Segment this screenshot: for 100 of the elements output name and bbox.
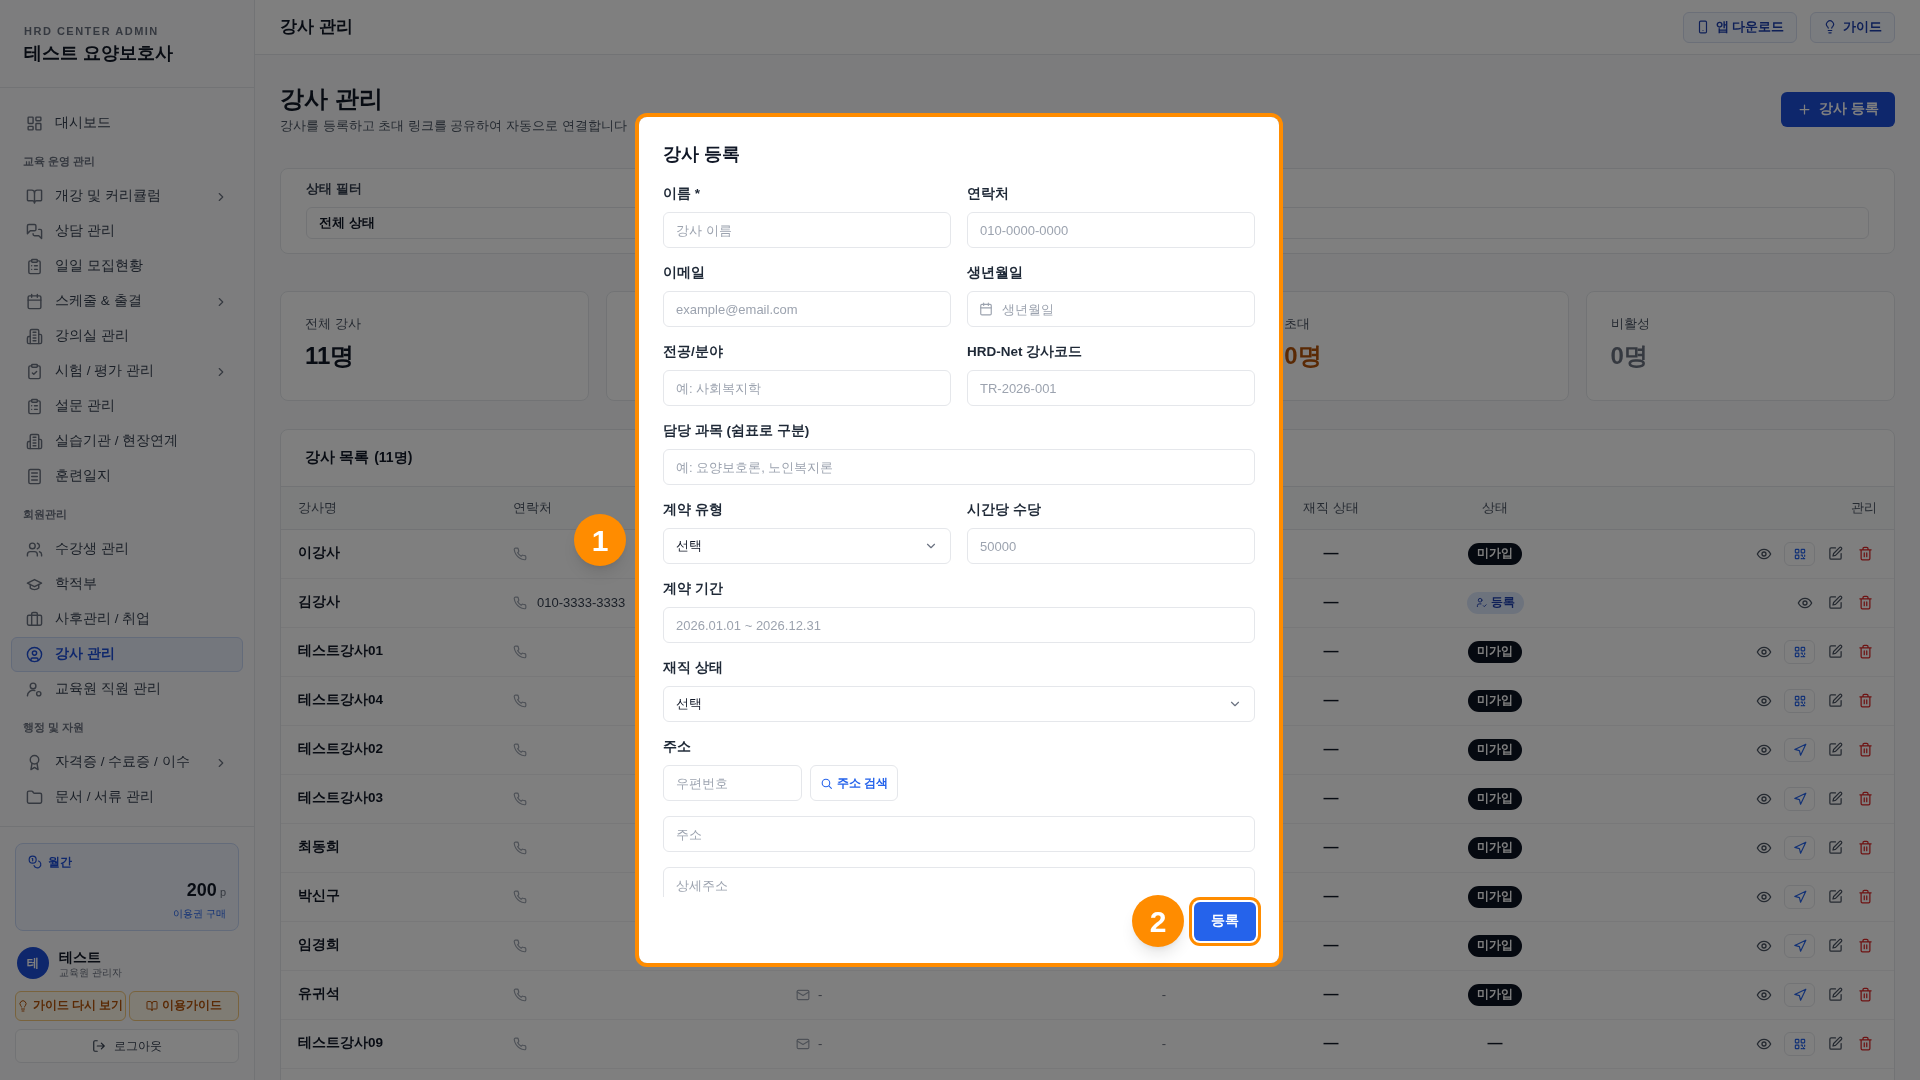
add-instructor-button[interactable]: 강사 등록 [1781,92,1895,127]
send-invite-button[interactable] [1784,786,1815,811]
nav-item[interactable]: 강사 관리 [11,637,243,672]
instructor-name: 테스트강사03 [298,789,385,808]
qr-code-button[interactable] [1784,541,1815,566]
guide-button[interactable]: 이용가이드 [128,991,239,1021]
graduation-cap-icon [26,576,43,593]
employment-status: — [1323,984,1339,1005]
plan-unit: p [219,885,226,900]
employment-status: — [1323,935,1339,956]
text-field[interactable]: example@email.com [663,291,951,327]
nav-item[interactable]: 훈련일지 [11,459,243,494]
stat-label: 전체 강사 [305,314,362,333]
guide-button[interactable]: 가이드 [1810,11,1895,43]
phone-icon [513,791,527,806]
text-field[interactable]: 010-0000-0000 [967,212,1255,248]
nav-item[interactable]: 실습기관 / 현장연계 [11,424,243,459]
clipboard-check-icon [26,363,43,380]
nav-item[interactable]: 강의실 관리 [11,319,243,354]
building-icon [26,328,43,345]
logout-icon [92,1039,106,1053]
purchase-link[interactable]: 이용권 구매 [173,906,226,921]
employment-status: — [1323,788,1339,809]
nav-item[interactable]: 문서 / 서류 관리 [11,780,243,815]
send-invite-button[interactable] [1784,933,1815,958]
user-role: 교육원 관리자 [59,967,122,979]
select-field[interactable]: 선택 [663,528,951,564]
nav-section-label: 행정 및 자원 [23,719,85,735]
mail-icon [796,987,810,1002]
coins-icon [28,855,42,869]
date-field[interactable]: 생년월일 [967,291,1255,327]
guide-button[interactable]: 가이드 다시 보기 [15,991,126,1021]
nav-item[interactable]: 설문 관리 [11,389,243,424]
lightbulb-icon [17,1000,30,1012]
plan-label: 월간 [48,854,72,871]
nav-item[interactable]: 교육원 직원 관리 [11,672,243,707]
nav-item[interactable]: 상담 관리 [11,214,243,249]
nav-item[interactable]: 사후관리 / 취업 [11,602,243,637]
nav-item[interactable]: 시험 / 평가 관리 [11,354,243,389]
detail-address-field[interactable]: 상세주소 [663,867,1255,897]
nav-item[interactable]: 대시보드 [11,106,243,141]
nav-item[interactable]: 자격증 / 수료증 / 이수 [11,745,243,780]
folder-icon [26,789,43,806]
trash-icon [1857,840,1873,855]
employment-status: — [1323,886,1339,907]
qr-code-button[interactable] [1784,688,1815,713]
user-name: 테스트 [59,948,102,967]
send-icon [1792,938,1807,953]
instructor-name: 김강사 [298,593,341,612]
status-badge: 미가입 [1468,542,1522,565]
trash-icon [1857,987,1873,1002]
text-field[interactable]: 50000 [967,528,1255,564]
status-badge: 미가입 [1468,885,1522,908]
trash-icon [1857,1036,1873,1051]
logout-button[interactable]: 로그아웃 [15,1029,239,1063]
send-invite-button[interactable] [1784,737,1815,762]
text-field[interactable]: 예: 사회복지학 [663,370,951,406]
text-field[interactable]: 예: 요양보호론, 노인복지론 [663,449,1255,485]
qr-code-button[interactable] [1784,639,1815,664]
nav-item[interactable]: 일일 모집현황 [11,249,243,284]
table-cell-text: - [1161,1034,1167,1053]
send-invite-button[interactable] [1784,884,1815,909]
edit-icon [1827,987,1843,1002]
address-field[interactable]: 주소 [663,816,1255,852]
app-title: 테스트 요양보호사 [24,42,174,65]
phone-icon [513,595,527,610]
qr-code-button[interactable] [1784,1031,1815,1056]
trash-icon [1857,889,1873,904]
instructor-name: 테스트강사02 [298,740,385,759]
phone-icon [513,987,527,1002]
status-badge: 미가입 [1468,934,1522,957]
phone-icon [513,644,527,659]
instructor-name: 테스트강사09 [298,1034,385,1053]
zip-code-field[interactable]: 우편번호 [663,765,802,801]
email-text: - [818,1034,823,1053]
send-invite-button[interactable] [1784,982,1815,1007]
qr-code-icon [1792,644,1807,659]
instructor-name: 박신구 [298,887,341,906]
app-eyebrow: HRD CENTER ADMIN [24,24,160,39]
address-search-button[interactable]: 주소 검색 [810,765,899,801]
text-field[interactable]: TR-2026-001 [967,370,1255,406]
grid-icon [26,115,43,132]
phone-icon [513,546,527,561]
trash-icon [1857,742,1873,757]
nav-item[interactable]: 수강생 관리 [11,532,243,567]
text-field[interactable]: 2026.01.01 ~ 2026.12.31 [663,607,1255,643]
text-field[interactable]: 강사 이름 [663,212,951,248]
instructor-name: 테스트강사01 [298,642,385,661]
column-header: 강사명 [298,498,337,517]
field-label: 재직 상태 [663,659,723,677]
employment-status: — [1323,837,1339,858]
select-field[interactable]: 선택 [663,686,1255,722]
nav-item[interactable]: 개강 및 커리큘럼 [11,179,243,214]
nav-item[interactable]: 학적부 [11,567,243,602]
app-download-button[interactable]: 앱 다운로드 [1682,11,1797,43]
book-icon [145,1000,158,1012]
calendar-icon [26,293,43,310]
nav-item[interactable]: 스케줄 & 출결 [11,284,243,319]
send-invite-button[interactable] [1784,835,1815,860]
employment-status: — [1323,739,1339,760]
